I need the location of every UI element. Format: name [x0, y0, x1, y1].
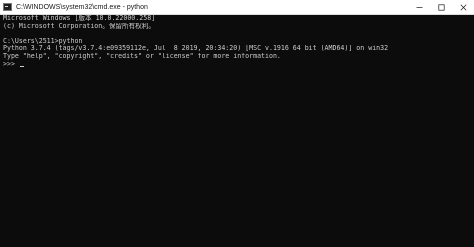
console-line: Microsoft Windows [版本 10.0.22000.258] — [3, 15, 156, 22]
python-prompt-line[interactable]: >>> — [3, 61, 474, 69]
cmd-app-icon[interactable] — [3, 3, 12, 11]
console-line: Python 3.7.4 (tags/v3.7.4:e09359112e, Ju… — [3, 45, 389, 53]
text-cursor — [19, 65, 24, 68]
scrollbar[interactable] — [470, 15, 474, 247]
minimize-icon[interactable] — [408, 0, 430, 14]
close-icon[interactable] — [452, 0, 474, 14]
console-window: C:\WINDOWS\system32\cmd.exe - python Mic… — [0, 0, 474, 247]
console-line: Type "help", "copyright", "credits" or "… — [3, 52, 281, 60]
maximize-icon[interactable] — [430, 0, 452, 14]
title-bar[interactable]: C:\WINDOWS\system32\cmd.exe - python — [0, 0, 474, 15]
python-prompt: >>> — [3, 60, 19, 68]
window-title: C:\WINDOWS\system32\cmd.exe - python — [16, 3, 148, 11]
window-controls — [408, 0, 474, 14]
console-line: (c) Microsoft Corporation。保留所有权利。 — [3, 22, 155, 30]
console-output[interactable]: Microsoft Windows [版本 10.0.22000.258] (c… — [0, 15, 474, 247]
console-line: C:\Users\2511>python — [3, 37, 83, 45]
